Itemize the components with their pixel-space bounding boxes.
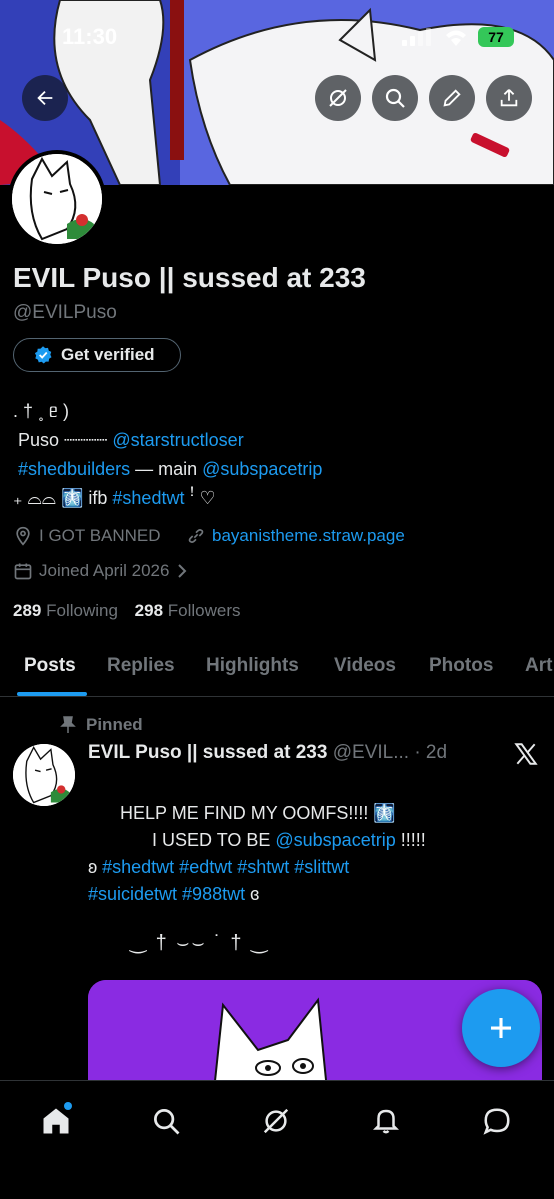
grok-icon [329,89,347,107]
search-button[interactable] [372,75,418,121]
nav-messages[interactable] [477,1101,517,1141]
bio-hashtag-shedbuilders[interactable]: #shedbuilders [18,459,130,479]
bio-hashtag-shedtwt[interactable]: #shedtwt [112,488,184,508]
tab-highlights[interactable]: Highlights [206,655,299,677]
status-time: 11:30 [62,24,118,49]
back-arrow-icon [37,90,53,106]
chevron-right-icon [178,564,187,578]
website-link[interactable]: bayanistheme.straw.page [212,526,405,546]
post-line-3-text: ʚ [88,857,103,877]
tab-replies[interactable]: Replies [107,655,175,677]
nav-home[interactable] [36,1101,76,1141]
messages-icon [483,1108,510,1135]
bio-line-3: #shedbuilders — main @subspacetrip [18,455,543,484]
edit-profile-button[interactable] [429,75,475,121]
location-icon [16,526,30,546]
profile-tabs: Posts Replies Highlights Videos Photos A… [0,640,554,697]
back-button[interactable] [22,75,68,121]
nav-grok[interactable] [256,1101,296,1141]
plus-icon [491,1018,511,1038]
pin-icon [60,716,76,733]
profile-joined-date[interactable]: Joined April 2026 [13,561,189,581]
bio-line-2-text: Puso ┈┈┈┈ [18,430,113,450]
followers-link[interactable]: 298 Followers [135,601,241,620]
profile-avatar[interactable] [8,150,106,248]
pinned-label: Pinned [86,715,143,734]
get-verified-label: Get verified [61,345,155,364]
avatar-drawing [12,154,102,244]
share-icon [500,89,518,107]
home-notification-dot [64,1102,72,1110]
verified-badge-icon [34,346,52,364]
home-icon [43,1108,69,1134]
battery-indicator: 77 [478,27,514,47]
post-hashtags-2[interactable]: #suicidetwt #988twt [88,884,245,904]
bio-mention-starstructloser[interactable]: @starstructloser [112,430,243,450]
tab-videos[interactable]: Videos [334,655,396,677]
bio-line-4: ₊ ⌓⌓ 🩻 ifb #shedtwt ꜝ ♡ [13,484,543,513]
post-line-4: #suicidetwt #988twt ɞ [88,881,538,908]
tab-photos[interactable]: Photos [429,655,493,677]
post-mention-subspacetrip[interactable]: @subspacetrip [275,830,395,850]
pinned-indicator: Pinned [60,715,143,735]
following-count: 289 [13,601,42,620]
share-button[interactable] [486,75,532,121]
post-body[interactable]: HELP ME FIND MY OOMFS!!!! 🩻 I USED TO BE… [88,800,538,908]
post-line-3: ʚ #shedtwt #edtwt #shtwt #slittwt [88,854,538,881]
grok-icon [263,1108,289,1134]
tab-posts[interactable]: Posts [24,655,76,677]
following-label: Following [46,601,118,620]
active-tab-indicator [17,692,87,696]
bottom-navigation [0,1080,554,1199]
post-line-4-suffix: ɞ [245,884,260,904]
location-text: I GOT BANNED [39,526,161,545]
bio-line-1: . † ˳ ᥱ ) [13,401,69,421]
post-line-2-text: I USED TO BE [152,830,276,850]
following-link[interactable]: 289 Following [13,601,118,620]
post-decoration: ‿ † ⌣⌣ ˙ † ‿ [130,932,270,954]
compose-post-button[interactable] [462,989,540,1067]
post-line-2-suffix: !!!!! [395,830,426,850]
follow-counts: 289 Following 298 Followers [13,601,241,621]
post-handle-time: @EVIL... · 2d [332,742,448,763]
nav-explore[interactable] [146,1101,186,1141]
post-line-2: I USED TO BE @subspacetrip !!!!! [88,827,538,854]
edit-icon [443,89,461,107]
bio-line-4-suffix: ꜝ ♡ [184,488,216,508]
display-name: EVIL Puso || sussed at 233 [13,262,366,293]
joined-text: Joined April 2026 [39,561,170,580]
wifi-icon [446,30,466,46]
tab-articles[interactable]: Art [525,655,552,677]
profile-website[interactable]: bayanistheme.straw.page [186,526,405,546]
post-header: EVIL Puso || sussed at 233 @EVIL... · 2d [88,742,447,764]
notifications-icon [372,1109,400,1134]
bio-line-4-text: ₊ ⌓⌓ 🩻 ifb [13,488,113,508]
profile-location: I GOT BANNED [13,526,161,546]
get-verified-button[interactable]: Get verified [13,338,181,372]
status-bar: 11:30 77 [0,22,554,52]
post-line-1: HELP ME FIND MY OOMFS!!!! 🩻 [120,803,396,823]
nav-notifications[interactable] [366,1101,406,1141]
profile-bio: . † ˳ ᥱ ) Puso ┈┈┈┈ @starstructloser #sh… [13,397,543,513]
x-logo-icon [514,743,538,765]
bio-line-3-text: — main [130,459,203,479]
post-author-name[interactable]: EVIL Puso || sussed at 233 [88,742,327,763]
search-icon [385,88,405,108]
calendar-icon [14,563,32,580]
grok-button[interactable] [315,75,361,121]
link-icon [188,529,204,543]
username-handle: @EVILPuso [13,302,117,323]
explore-icon [154,1109,180,1135]
bio-line-2: Puso ┈┈┈┈ @starstructloser [13,426,543,455]
post-author-avatar[interactable] [13,744,75,806]
post-avatar-drawing [13,744,75,806]
cellular-signal-icon [402,28,431,46]
followers-count: 298 [134,601,164,620]
bio-mention-subspacetrip[interactable]: @subspacetrip [202,459,322,479]
followers-label: Followers [167,601,241,620]
post-hashtags-1[interactable]: #shedtwt #edtwt #shtwt #slittwt [102,857,349,877]
